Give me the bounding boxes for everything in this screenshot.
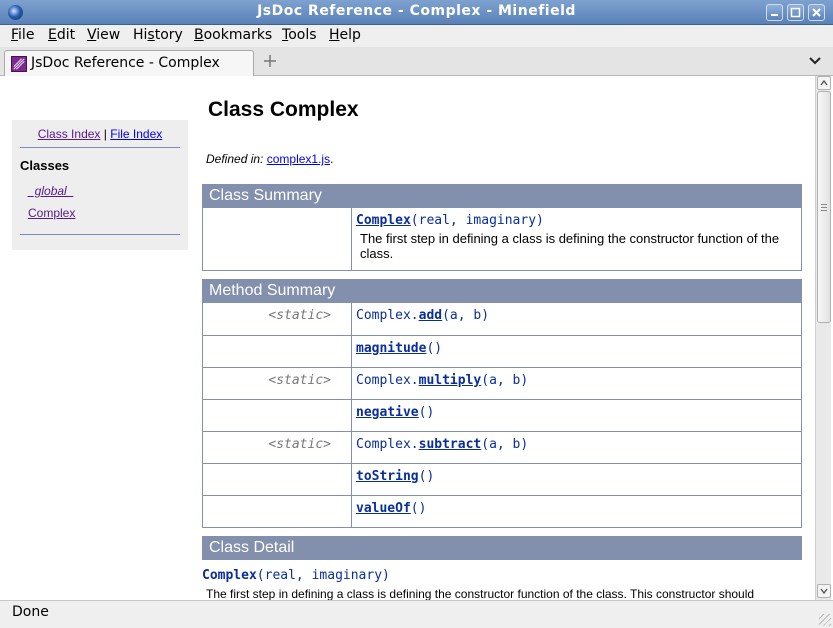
vertical-scrollbar[interactable]	[815, 76, 831, 600]
method-link-negative[interactable]: negative	[356, 405, 419, 420]
grip-icon	[821, 204, 827, 211]
table-row: <static> Complex.add(a, b)	[203, 303, 801, 335]
class-summary-table: Complex(real, imaginary) The first step …	[202, 208, 802, 271]
resize-grip-icon[interactable]	[819, 614, 831, 626]
maximize-icon	[790, 7, 801, 18]
sidebar-divider	[20, 147, 180, 148]
method-link-magnitude[interactable]: magnitude	[356, 341, 426, 356]
defined-in: Defined in: complex1.js.	[206, 152, 334, 166]
static-modifier: <static>	[268, 437, 331, 452]
sidebar-divider-bottom	[20, 234, 180, 235]
classes-heading: Classes	[20, 158, 70, 173]
tab-bar: JsDoc Reference - Complex	[0, 47, 833, 76]
detail-description: The first step in defining a class is de…	[206, 587, 755, 600]
index-separator: |	[103, 127, 107, 141]
chevron-down-icon	[820, 588, 828, 595]
close-button[interactable]	[808, 4, 825, 21]
method-link-tostring[interactable]: toString	[356, 469, 419, 484]
table-row: Complex(real, imaginary) The first step …	[203, 208, 801, 270]
menu-file[interactable]: File	[11, 27, 34, 43]
page-viewport: Class Index | File Index Classes _global…	[0, 76, 815, 600]
class-summary-heading: Class Summary	[202, 184, 802, 208]
menu-tools[interactable]: Tools	[282, 27, 317, 43]
method-link-subtract[interactable]: subtract	[419, 437, 482, 452]
tab-list-chevron-down-icon[interactable]	[808, 55, 822, 67]
scroll-up-button[interactable]	[817, 76, 831, 90]
table-row: negative()	[203, 399, 801, 431]
detail-constructor-name: Complex	[202, 568, 257, 583]
status-bar: Done	[0, 600, 833, 628]
scroll-down-button[interactable]	[817, 584, 831, 598]
detail-signature: Complex(real, imaginary)	[202, 568, 390, 583]
new-tab-plus-icon[interactable]	[262, 54, 278, 70]
menu-bar: File Edit View History Bookmarks Tools H…	[0, 25, 833, 47]
window-title: JsDoc Reference - Complex - Minefield	[257, 3, 576, 19]
table-row: toString()	[203, 463, 801, 495]
window-titlebar: JsDoc Reference - Complex - Minefield	[0, 0, 833, 25]
method-summary-heading: Method Summary	[202, 279, 802, 303]
constructor-signature: Complex(real, imaginary)	[356, 213, 544, 228]
class-index-link[interactable]: Class Index	[38, 127, 101, 141]
menu-bookmarks[interactable]: Bookmarks	[194, 27, 272, 43]
close-icon	[812, 8, 821, 17]
tab-jsdoc-complex[interactable]: JsDoc Reference - Complex	[4, 50, 254, 76]
menu-help[interactable]: Help	[329, 27, 361, 43]
menu-view[interactable]: View	[87, 27, 120, 43]
jsdoc-favicon-icon	[11, 56, 27, 72]
static-modifier: <static>	[268, 308, 331, 323]
index-links: Class Index | File Index	[12, 127, 188, 141]
constructor-link[interactable]: Complex	[356, 213, 411, 228]
method-summary-table: <static> Complex.add(a, b) magnitude() <…	[202, 303, 802, 528]
table-row: valueOf()	[203, 495, 801, 527]
menu-history[interactable]: History	[133, 27, 183, 43]
page-title: Class Complex	[208, 98, 359, 121]
chevron-up-icon	[820, 79, 828, 86]
minimize-icon	[771, 14, 778, 16]
table-row: <static> Complex.multiply(a, b)	[203, 367, 801, 399]
source-file-link[interactable]: complex1.js	[267, 152, 330, 166]
class-link-global[interactable]: _global_	[28, 184, 73, 198]
table-row: <static> Complex.subtract(a, b)	[203, 431, 801, 463]
menu-edit[interactable]: Edit	[48, 27, 75, 43]
scroll-thumb[interactable]	[817, 91, 831, 323]
status-text: Done	[12, 604, 49, 620]
class-detail-heading: Class Detail	[202, 536, 802, 560]
method-link-add[interactable]: add	[419, 308, 442, 323]
constructor-description: The first step in defining a class is de…	[360, 231, 780, 261]
method-link-valueof[interactable]: valueOf	[356, 501, 411, 516]
minimize-button[interactable]	[766, 4, 783, 21]
method-link-multiply[interactable]: multiply	[419, 373, 482, 388]
tab-title: JsDoc Reference - Complex	[31, 55, 220, 71]
file-index-link[interactable]: File Index	[110, 127, 162, 141]
maximize-button[interactable]	[787, 4, 804, 21]
defined-in-label: Defined in:	[206, 152, 264, 166]
class-link-complex[interactable]: Complex	[28, 206, 75, 220]
static-modifier: <static>	[268, 373, 331, 388]
sidebar-index: Class Index | File Index Classes _global…	[12, 120, 188, 250]
table-row: magnitude()	[203, 335, 801, 367]
